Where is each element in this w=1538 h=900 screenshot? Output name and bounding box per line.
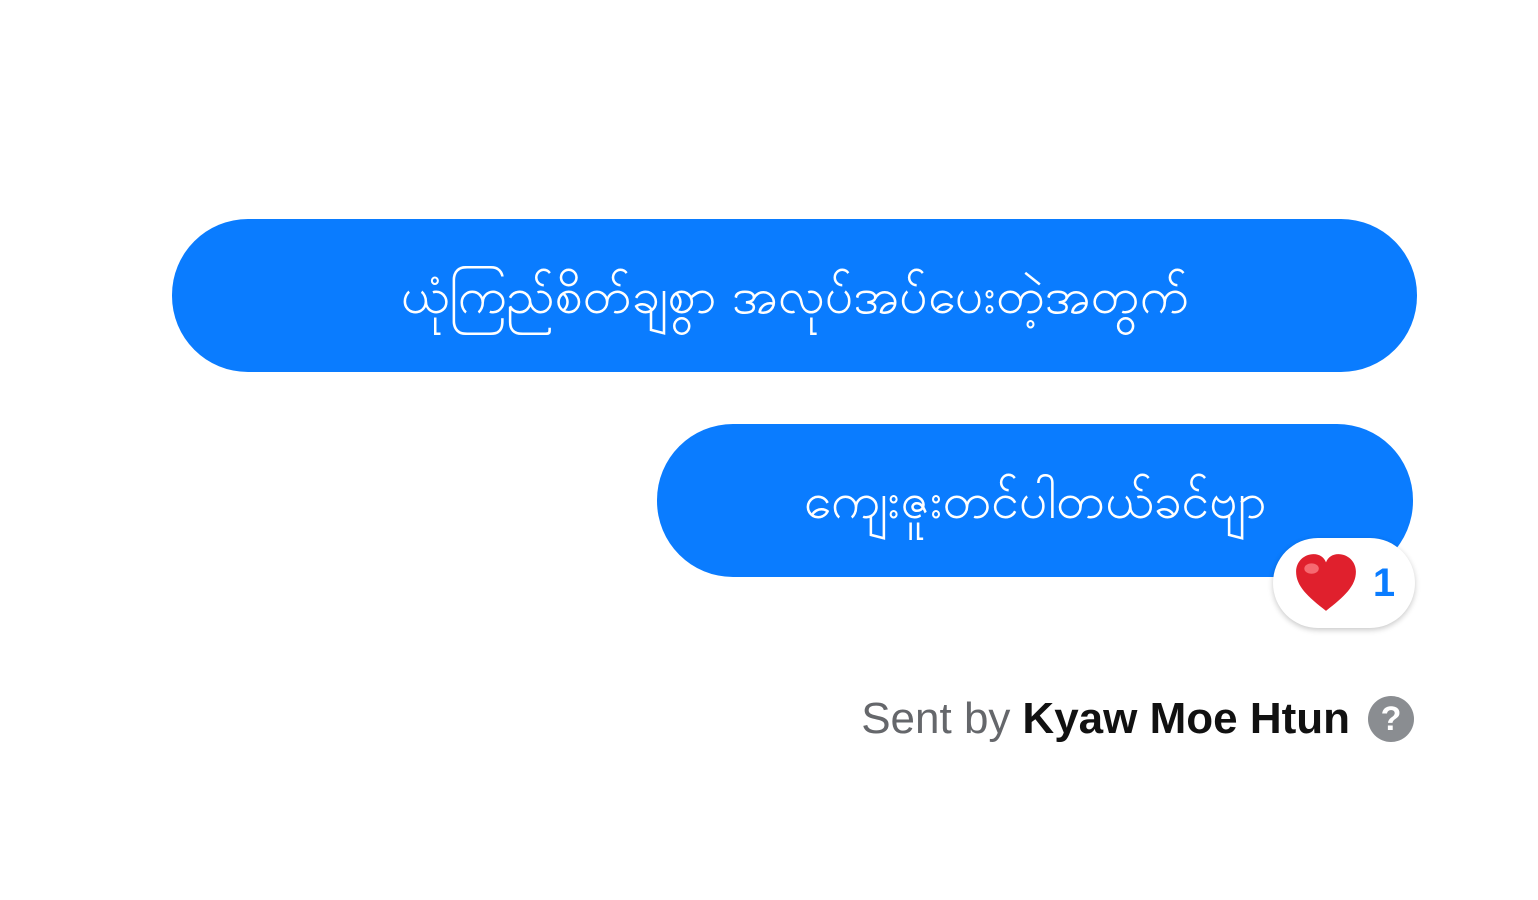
- sent-by-line: Sent by Kyaw Moe Htun ?: [861, 694, 1414, 744]
- heart-icon: [1295, 554, 1356, 611]
- reaction-badge[interactable]: 1: [1273, 538, 1415, 628]
- message-text: ယုံကြည်စိတ်ချစွာ အလုပ်အပ်ပေးတဲ့အတွက်: [400, 266, 1189, 325]
- conversation-view: ယုံကြည်စိတ်ချစွာ အလုပ်အပ်ပေးတဲ့အတွက် ကျေ…: [0, 0, 1538, 900]
- help-icon[interactable]: ?: [1368, 696, 1414, 742]
- message-text: ကျေးဇူးတင်ပါတယ်ခင်ဗျာ: [803, 471, 1267, 530]
- reaction-count: 1: [1372, 560, 1396, 605]
- sender-name[interactable]: Kyaw Moe Htun: [1022, 694, 1350, 744]
- message-bubble[interactable]: ယုံကြည်စိတ်ချစွာ အလုပ်အပ်ပေးတဲ့အတွက်: [172, 219, 1417, 372]
- sent-by-label: Sent by: [861, 694, 1011, 743]
